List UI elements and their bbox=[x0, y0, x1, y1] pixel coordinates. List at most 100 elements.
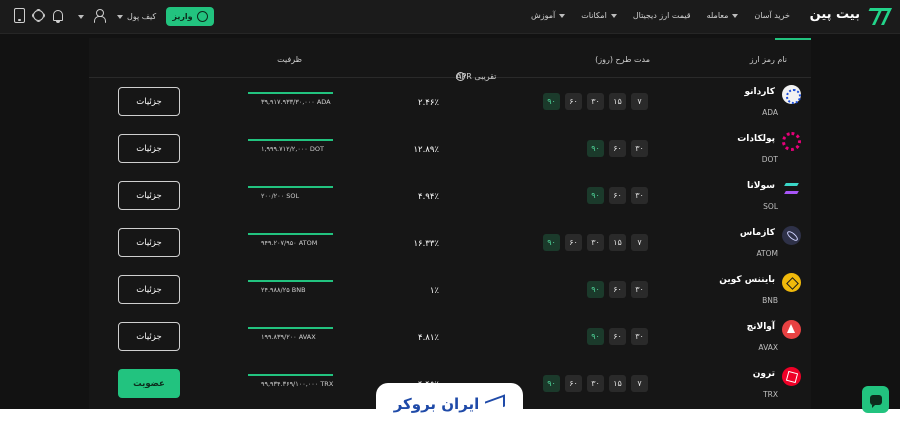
details-button[interactable]: جزئیات bbox=[118, 134, 180, 163]
term-option[interactable]: ۱۵ bbox=[609, 93, 626, 110]
term-options: ۷ ۱۵ ۳۰ ۶۰ ۹۰ bbox=[543, 375, 648, 392]
deposit-label: واریز bbox=[172, 12, 193, 21]
brand-mark-icon bbox=[864, 8, 886, 22]
nav-label: خرید آسان bbox=[754, 11, 790, 20]
apr-value: ۱۲.۸۹٪ bbox=[413, 145, 439, 155]
term-option[interactable]: ۹۰ bbox=[543, 375, 560, 392]
apr-value: ۱٪ bbox=[429, 286, 439, 296]
term-option[interactable]: ۹۰ bbox=[543, 234, 560, 251]
support-chat-button[interactable] bbox=[862, 386, 889, 413]
details-button[interactable]: جزئیات bbox=[118, 322, 180, 351]
apr-value: ۴.۹۴٪ bbox=[418, 192, 439, 202]
term-option[interactable]: ۹۰ bbox=[543, 93, 560, 110]
term-option[interactable]: ۱۵ bbox=[609, 234, 626, 251]
sol-logo-icon bbox=[782, 179, 801, 198]
capacity-progress-bar bbox=[248, 92, 333, 94]
details-button[interactable]: جزئیات bbox=[118, 275, 180, 304]
capacity-progress-fill bbox=[248, 233, 333, 235]
brand-logo-text: بیت پین bbox=[809, 7, 860, 22]
capacity-progress-fill bbox=[248, 327, 333, 329]
coin-name: پولکادات bbox=[737, 134, 775, 144]
capacity-progress-bar bbox=[248, 186, 333, 188]
capacity-value: ۹۹,۹۳۴.۳۶۹/۱۰۰,۰۰۰ TRX bbox=[261, 380, 334, 388]
capacity-progress-fill bbox=[248, 92, 333, 94]
capacity-progress-bar bbox=[248, 233, 333, 235]
coin-symbol: AVAX bbox=[758, 343, 778, 352]
capacity-value: ۲۴.۹۸۸/۲۵ BNB bbox=[261, 286, 306, 294]
term-option[interactable]: ۹۰ bbox=[587, 328, 604, 345]
term-option[interactable]: ۷ bbox=[631, 93, 648, 110]
capacity-progress-fill bbox=[248, 374, 333, 376]
coin-name: سولانا bbox=[747, 181, 775, 191]
coin-symbol: BNB bbox=[762, 296, 778, 305]
table-row: کازماس ATOM ۷ ۱۵ ۳۰ ۶۰ ۹۰ ۱۶.۳۳٪ ۹۴۹.۲۰۷/۹۵۰ ATO… bbox=[89, 219, 811, 266]
term-option[interactable]: ۶۰ bbox=[565, 375, 582, 392]
nav-label: آموزش bbox=[530, 11, 556, 20]
mobile-app-icon[interactable] bbox=[14, 8, 25, 23]
coin-name: کاردانو bbox=[744, 87, 775, 97]
term-option[interactable]: ۳۰ bbox=[587, 375, 604, 392]
atom-logo-icon bbox=[782, 226, 801, 245]
term-option[interactable]: ۳۰ bbox=[631, 328, 648, 345]
term-options: ۳۰ ۶۰ ۹۰ bbox=[587, 328, 648, 345]
term-option[interactable]: ۱۵ bbox=[609, 375, 626, 392]
term-option[interactable]: ۷ bbox=[631, 375, 648, 392]
join-button[interactable]: عضویت bbox=[118, 369, 180, 398]
avax-logo-icon bbox=[782, 320, 801, 339]
nav-item-easy-buy[interactable]: خرید آسان bbox=[754, 11, 790, 20]
term-option[interactable]: ۶۰ bbox=[565, 234, 582, 251]
term-option[interactable]: ۳۰ bbox=[631, 187, 648, 204]
deposit-button[interactable]: واریز bbox=[166, 7, 214, 26]
bnb-logo-icon bbox=[782, 273, 801, 292]
details-button[interactable]: جزئیات bbox=[118, 87, 180, 116]
term-option[interactable]: ۶۰ bbox=[609, 281, 626, 298]
nav-label: قیمت ارز دیجیتال bbox=[632, 11, 691, 20]
capacity-value: ۱۹۹.۸۳۹/۲۰۰ AVAX bbox=[261, 333, 316, 341]
chevron-down-icon[interactable] bbox=[78, 15, 84, 19]
nav-item-learning[interactable]: آموزش bbox=[530, 11, 566, 20]
theme-toggle-icon[interactable] bbox=[33, 10, 44, 21]
table-row: پولکادات DOT ۳۰ ۶۰ ۹۰ ۱۲.۸۹٪ ۱,۹۹۹.۷۱۲/۲,۰۰۰ D… bbox=[89, 125, 811, 172]
coin-name: کازماس bbox=[739, 228, 775, 238]
nav-item-trade[interactable]: معامله bbox=[707, 11, 739, 20]
capacity-progress-bar bbox=[248, 280, 333, 282]
term-option[interactable]: ۶۰ bbox=[609, 140, 626, 157]
details-button[interactable]: جزئیات bbox=[118, 228, 180, 257]
brand-logo[interactable]: بیت پین bbox=[810, 7, 886, 22]
nav-label: امکانات bbox=[581, 11, 607, 20]
term-option[interactable]: ۷ bbox=[631, 234, 648, 251]
chat-icon bbox=[869, 394, 882, 408]
bell-icon[interactable] bbox=[53, 10, 63, 23]
nav-item-features[interactable]: امکانات bbox=[581, 11, 617, 20]
term-option[interactable]: ۳۰ bbox=[631, 140, 648, 157]
term-option[interactable]: ۹۰ bbox=[587, 140, 604, 157]
dot-logo-icon bbox=[782, 132, 801, 151]
wallet-menu[interactable]: کیف پول bbox=[117, 12, 156, 21]
apr-value: ۲.۴۶٪ bbox=[418, 98, 439, 108]
term-option[interactable]: ۳۰ bbox=[631, 281, 648, 298]
coin-symbol: ATOM bbox=[756, 249, 778, 258]
column-header-name: نام رمز ارز bbox=[749, 55, 787, 64]
term-option[interactable]: ۶۰ bbox=[609, 187, 626, 204]
capacity-progress-fill bbox=[248, 139, 333, 141]
table-header: نام رمز ارز مدت طرح (روز) APR تقریبی i ظ… bbox=[89, 38, 811, 81]
coin-name: بایننس کوین bbox=[719, 275, 775, 285]
nav-item-crypto-prices[interactable]: قیمت ارز دیجیتال bbox=[633, 11, 691, 20]
main-nav: خرید آسان معامله قیمت ارز دیجیتال امکانا… bbox=[531, 11, 790, 20]
column-header-capacity: ظرفیت bbox=[277, 55, 302, 64]
term-options: ۷ ۱۵ ۳۰ ۶۰ ۹۰ bbox=[543, 93, 648, 110]
coin-symbol: ADA bbox=[762, 108, 778, 117]
term-option[interactable]: ۹۰ bbox=[587, 187, 604, 204]
term-option[interactable]: ۹۰ bbox=[587, 281, 604, 298]
term-option[interactable]: ۶۰ bbox=[565, 93, 582, 110]
term-option[interactable]: ۳۰ bbox=[587, 93, 604, 110]
term-option[interactable]: ۶۰ bbox=[609, 328, 626, 345]
term-option[interactable]: ۳۰ bbox=[587, 234, 604, 251]
term-options: ۳۰ ۶۰ ۹۰ bbox=[587, 187, 648, 204]
top-navigation-bar: بیت پین خرید آسان معامله قیمت ارز دیجیتا… bbox=[0, 0, 900, 34]
details-button[interactable]: جزئیات bbox=[118, 181, 180, 210]
term-options: ۳۰ ۶۰ ۹۰ bbox=[587, 281, 648, 298]
wallet-label: کیف پول bbox=[127, 12, 157, 21]
user-icon[interactable] bbox=[93, 9, 106, 23]
staking-table: نام رمز ارز مدت طرح (روز) APR تقریبی i ظ… bbox=[89, 38, 811, 425]
